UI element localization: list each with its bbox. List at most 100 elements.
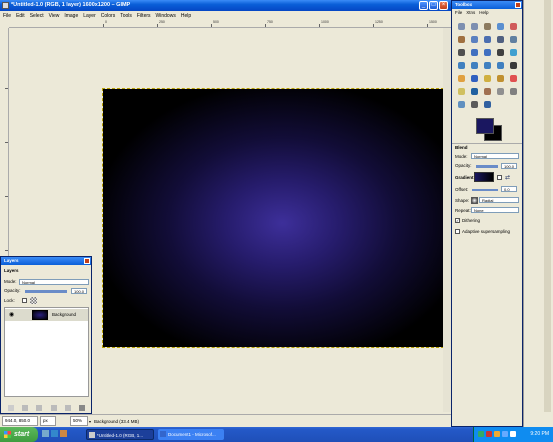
media-player-icon[interactable] [60,430,67,437]
close-icon[interactable] [515,2,521,8]
tray-update-icon[interactable] [494,431,500,437]
taskbar-item-word[interactable]: Document1 - Microsof... [158,429,224,440]
scissors-icon[interactable] [456,34,467,45]
measure-icon[interactable] [456,47,467,58]
tray-security-icon[interactable] [486,431,492,437]
crop-icon[interactable] [495,47,506,58]
offset-field[interactable]: 0.0 [501,186,517,192]
show-desktop-icon[interactable] [42,430,49,437]
minimize-icon[interactable]: _ [419,1,428,10]
tray-network-icon[interactable] [478,431,484,437]
rect-select-icon[interactable] [456,21,467,32]
toolbox-menu-help[interactable]: Help [479,10,488,15]
menu-image[interactable]: Image [64,13,78,19]
flip-icon[interactable] [495,60,506,71]
menu-view[interactable]: View [49,13,60,19]
desktop-scrollbar[interactable] [544,0,551,412]
move-icon[interactable] [469,47,480,58]
paths-icon[interactable] [482,34,493,45]
menu-layer[interactable]: Layer [83,13,96,19]
airbrush-icon[interactable] [456,86,467,97]
chevron-down-icon[interactable]: ▾ [89,419,91,424]
duplicate-layer-icon[interactable] [50,404,57,411]
close-icon[interactable]: × [439,1,448,10]
new-layer-icon[interactable] [8,404,15,411]
menu-help[interactable]: Help [181,13,191,19]
toolbox-menu-file[interactable]: File [455,10,462,15]
smudge-icon[interactable] [469,99,480,110]
perspective-icon[interactable] [482,60,493,71]
blend-opacity-slider[interactable] [476,165,498,168]
anchor-layer-icon[interactable] [64,404,71,411]
pencil-icon[interactable] [482,73,493,84]
dithering-checkbox[interactable]: ✓ [455,218,460,223]
offset-slider[interactable] [472,189,498,191]
reverse-arrows-icon[interactable]: ⇄ [505,174,510,181]
toolbox-menu-xtns[interactable]: Xtns [466,10,475,15]
foreground-select-icon[interactable] [469,34,480,45]
menu-filters[interactable]: Filters [137,13,151,19]
raise-layer-icon[interactable] [22,404,29,411]
layer-row[interactable]: ◉ Background [5,309,88,321]
adaptive-supersampling-checkbox[interactable] [455,229,460,234]
ellipse-select-icon[interactable] [469,21,480,32]
layer-name[interactable]: Background [52,312,76,317]
vertical-scrollbar[interactable] [443,28,451,412]
toolbox-titlebar[interactable]: Toolbox [452,1,522,9]
layers-dialog-titlebar[interactable]: Layers [1,257,91,265]
internet-explorer-icon[interactable] [51,430,58,437]
repeat-select[interactable]: None [471,207,519,213]
close-icon[interactable] [84,258,90,264]
layers-opacity-field[interactable]: 100.0 [71,288,87,294]
fuzzy-select-icon[interactable] [495,21,506,32]
align-icon[interactable] [482,47,493,58]
foreground-color-swatch[interactable] [476,118,494,134]
start-button[interactable]: start [0,427,38,442]
text-icon[interactable] [508,60,519,71]
tray-volume-icon[interactable] [502,431,508,437]
dodge-burn-icon[interactable] [482,99,493,110]
ink-icon[interactable] [469,86,480,97]
perspective-clone-icon[interactable] [508,86,519,97]
shear-icon[interactable] [469,60,480,71]
free-select-icon[interactable] [482,21,493,32]
opacity-slider[interactable] [25,290,67,293]
reverse-gradient-checkbox[interactable] [497,175,502,180]
heal-icon[interactable] [495,86,506,97]
horizontal-ruler[interactable]: 0 250 500 750 1000 1250 1500 [9,20,451,28]
zoom-selector[interactable]: 50% [70,416,88,426]
lock-alpha-checkbox[interactable] [22,298,27,303]
menu-select[interactable]: Select [30,13,44,19]
clone-icon[interactable] [482,86,493,97]
bucket-fill-icon[interactable] [456,73,467,84]
eye-icon[interactable]: ◉ [9,311,14,318]
menu-edit[interactable]: Edit [16,13,25,19]
image-window-titlebar[interactable]: *Untitled-1.0 (RGB, 1 layer) 1600x1200 –… [0,0,451,11]
color-picker-icon[interactable] [495,34,506,45]
scale-icon[interactable] [456,60,467,71]
zoom-icon[interactable] [508,34,519,45]
lower-layer-icon[interactable] [36,404,43,411]
taskbar-item-gimp[interactable]: *Untitled-1.0 (RGB, 1... [86,429,154,440]
tray-misc-icon[interactable] [510,431,516,437]
menu-tools[interactable]: Tools [120,13,132,19]
layers-mode-select[interactable]: Normal [19,279,89,285]
paintbrush-icon[interactable] [495,73,506,84]
menu-windows[interactable]: Windows [156,13,176,19]
maximize-icon[interactable]: □ [429,1,438,10]
image-canvas[interactable] [102,88,449,348]
blend-mode-select[interactable]: Normal [471,153,519,159]
blend-opacity-field[interactable]: 100.0 [501,163,517,169]
menu-colors[interactable]: Colors [101,13,115,19]
by-color-select-icon[interactable] [508,21,519,32]
blur-icon[interactable] [456,99,467,110]
gradient-preview[interactable] [474,172,494,182]
units-selector[interactable]: px [40,416,56,426]
delete-layer-icon[interactable] [78,404,85,411]
menu-file[interactable]: File [3,13,11,19]
blend-icon[interactable] [469,73,480,84]
layer-list[interactable]: ◉ Background [4,307,89,397]
eraser-icon[interactable] [508,73,519,84]
layers-tab-label[interactable]: Layers [4,268,19,273]
shape-select[interactable]: Radial [479,197,519,203]
